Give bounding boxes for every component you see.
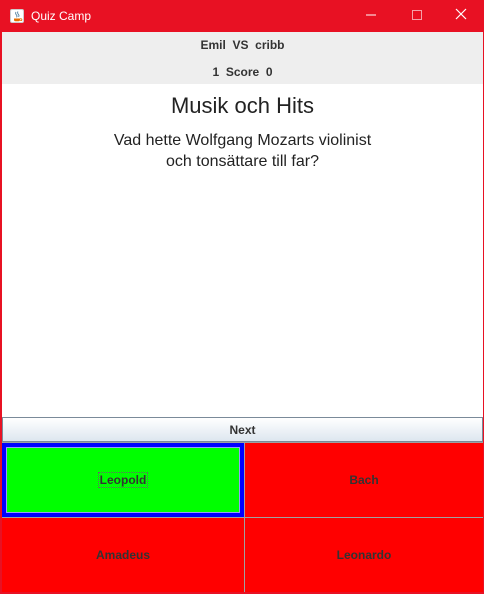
java-app-icon xyxy=(10,9,24,23)
players-line: Emil VS cribb xyxy=(2,38,483,52)
close-icon xyxy=(455,7,467,25)
answer-label-2: Bach xyxy=(349,473,379,487)
close-button[interactable] xyxy=(438,0,484,32)
match-header: Emil VS cribb 1 Score 0 xyxy=(2,32,483,84)
category-title: Musik och Hits xyxy=(170,93,315,118)
answer-label-4: Leonardo xyxy=(336,548,392,562)
question-line-1: Vad hette Wolfgang Mozarts violinist xyxy=(113,132,372,149)
app-window: Quiz Camp Emil VS cribb 1 Score 0 Musik xyxy=(0,0,484,594)
player1-name: Emil xyxy=(200,38,226,52)
title-bar[interactable]: Quiz Camp xyxy=(0,0,484,32)
vs-label: VS xyxy=(232,38,249,52)
player2-score: 0 xyxy=(265,65,273,79)
score-line: 1 Score 0 xyxy=(2,65,483,79)
score-label: Score xyxy=(225,65,260,79)
answer-button-3[interactable]: Amadeus xyxy=(2,518,244,592)
question-line-2: och tonsättare till far? xyxy=(166,153,319,170)
question-text: Vad hette Wolfgang Mozarts violinist och… xyxy=(2,130,483,172)
maximize-icon xyxy=(412,7,422,25)
answer-button-4[interactable]: Leonardo xyxy=(245,518,483,592)
answer-grid: Leopold Bach Amadeus Leonardo xyxy=(2,442,483,592)
answer-label-1: Leopold xyxy=(97,472,149,488)
maximize-button[interactable] xyxy=(394,0,440,32)
player2-name: cribb xyxy=(255,38,285,52)
minimize-icon xyxy=(366,7,376,25)
minimize-button[interactable] xyxy=(348,0,394,32)
answer-label-3: Amadeus xyxy=(95,548,151,562)
window-title: Quiz Camp xyxy=(31,9,92,23)
answer-button-2[interactable]: Bach xyxy=(245,443,483,517)
next-button[interactable]: Next xyxy=(2,417,483,442)
answer-button-1[interactable]: Leopold xyxy=(2,443,244,517)
question-panel: Musik och Hits Vad hette Wolfgang Mozart… xyxy=(2,84,483,417)
player1-score: 1 xyxy=(212,65,220,79)
